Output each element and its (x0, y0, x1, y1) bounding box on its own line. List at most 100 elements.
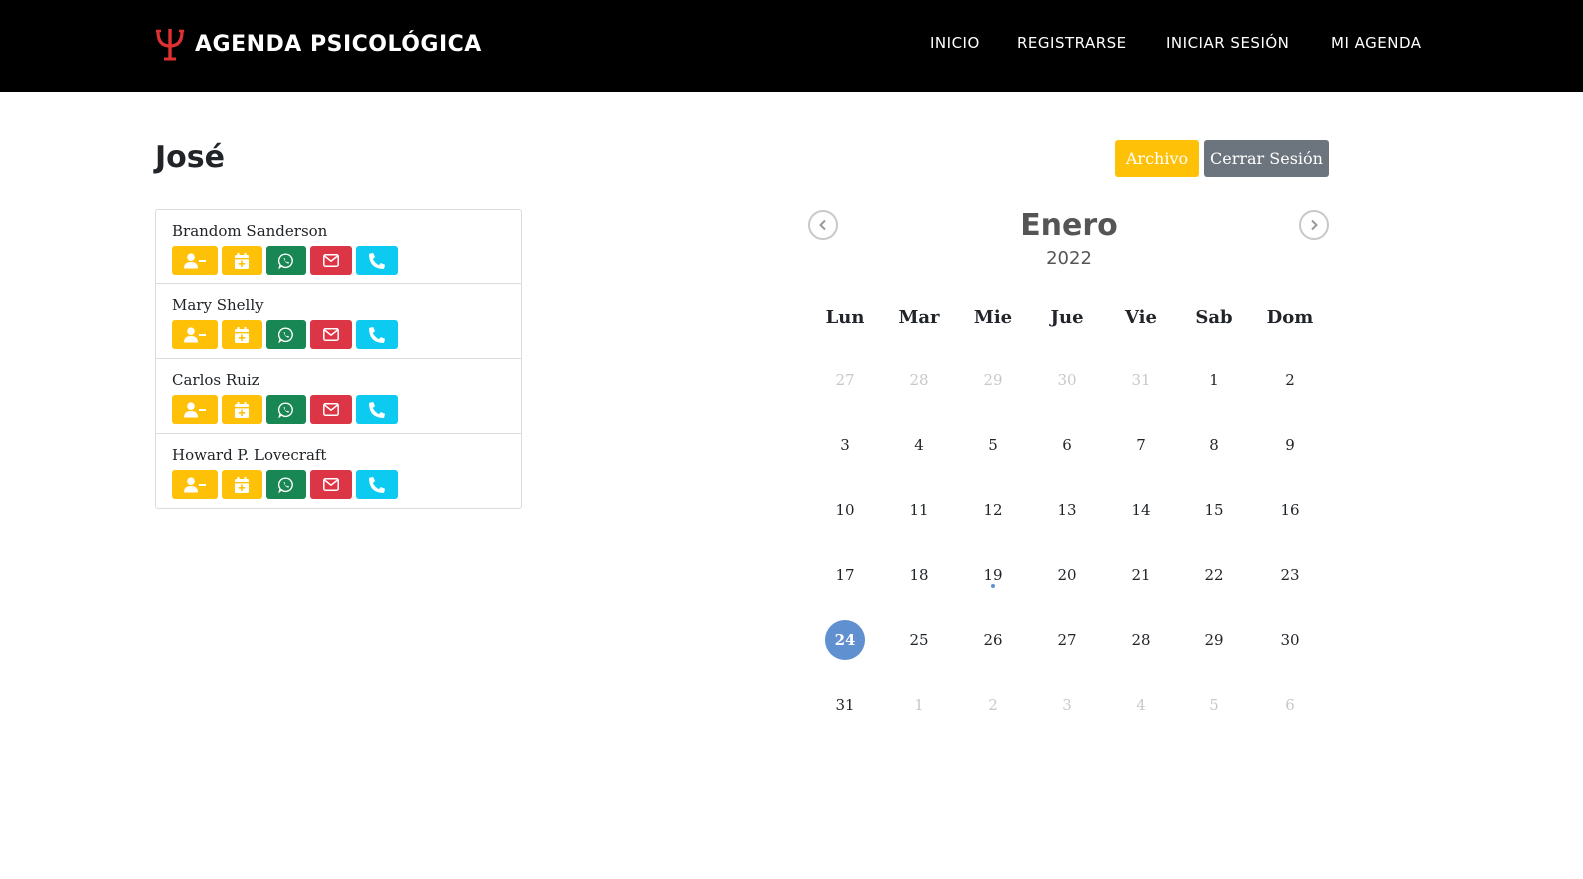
calendar-day-other-month[interactable]: 5 (1194, 685, 1234, 725)
calendar-month: Enero (1020, 208, 1118, 243)
email-button[interactable] (310, 395, 352, 424)
call-button[interactable] (356, 320, 398, 349)
schedule-appointment-button[interactable] (222, 395, 262, 424)
calendar-day-other-month[interactable]: 1 (899, 685, 939, 725)
nav-mi-agenda[interactable]: MI AGENDA (1331, 34, 1422, 52)
schedule-appointment-button[interactable] (222, 470, 262, 499)
whatsapp-button[interactable] (266, 395, 306, 424)
email-button[interactable] (310, 320, 352, 349)
calendar-day-other-month[interactable]: 4 (1121, 685, 1161, 725)
calendar-day[interactable]: 1 (1194, 360, 1234, 400)
patient-name: Mary Shelly (172, 296, 264, 314)
calendar-day[interactable]: 16 (1270, 490, 1310, 530)
logout-button[interactable]: Cerrar Sesión (1204, 140, 1329, 177)
schedule-appointment-button[interactable] (222, 246, 262, 275)
calendar-day[interactable]: 4 (899, 425, 939, 465)
calendar-day[interactable]: 11 (899, 490, 939, 530)
nav-iniciar-sesion[interactable]: INICIAR SESIÓN (1166, 34, 1289, 52)
remove-patient-button[interactable] (172, 320, 218, 349)
nav-inicio[interactable]: INICIO (930, 34, 980, 52)
day-number: 30 (1057, 371, 1077, 389)
calendar-day[interactable]: 9 (1270, 425, 1310, 465)
phone-icon (369, 252, 385, 269)
calendar-day[interactable]: 5 (973, 425, 1013, 465)
day-number: 10 (835, 501, 855, 519)
calendar-day[interactable]: 20 (1047, 555, 1087, 595)
day-number: 7 (1136, 436, 1146, 454)
calendar-day[interactable]: 14 (1121, 490, 1161, 530)
patient-card: Carlos Ruiz (155, 359, 522, 434)
schedule-appointment-button[interactable] (222, 320, 262, 349)
brand[interactable]: AGENDA PSICOLÓGICA (155, 26, 482, 62)
day-number: 25 (909, 631, 929, 649)
calendar-day[interactable]: 21 (1121, 555, 1161, 595)
whatsapp-button[interactable] (266, 320, 306, 349)
call-button[interactable] (356, 246, 398, 275)
calendar-day[interactable]: 2 (1270, 360, 1310, 400)
calendar-day-other-month[interactable]: 3 (1047, 685, 1087, 725)
previous-month-button[interactable] (808, 210, 838, 240)
remove-patient-button[interactable] (172, 470, 218, 499)
day-number: 9 (1285, 436, 1295, 454)
calendar-day[interactable]: 19 (973, 555, 1013, 595)
day-number: 16 (1280, 501, 1300, 519)
calendar-day-other-month[interactable]: 27 (825, 360, 865, 400)
calendar-day-other-month[interactable]: 29 (973, 360, 1013, 400)
calendar-day[interactable]: 8 (1194, 425, 1234, 465)
remove-patient-button[interactable] (172, 246, 218, 275)
day-number: 19 (983, 566, 1003, 584)
patient-actions (172, 395, 521, 424)
calendar-day[interactable]: 23 (1270, 555, 1310, 595)
calendar-day[interactable]: 26 (973, 620, 1013, 660)
call-button[interactable] (356, 470, 398, 499)
weekday-label: Jue (1050, 307, 1084, 328)
phone-icon (369, 401, 385, 418)
next-month-button[interactable] (1299, 210, 1329, 240)
email-button[interactable] (310, 246, 352, 275)
whatsapp-button[interactable] (266, 470, 306, 499)
day-number: 3 (1062, 696, 1072, 714)
patient-name: Carlos Ruiz (172, 371, 260, 389)
event-indicator-dot (991, 584, 995, 588)
calendar-day[interactable]: 22 (1194, 555, 1234, 595)
calendar-day[interactable]: 12 (973, 490, 1013, 530)
day-number: 1 (914, 696, 924, 714)
nav-registrarse[interactable]: REGISTRARSE (1017, 34, 1127, 52)
calendar-day-today[interactable]: 24 (825, 620, 865, 660)
calendar-day[interactable]: 18 (899, 555, 939, 595)
calendar-day[interactable]: 13 (1047, 490, 1087, 530)
calendar-day[interactable]: 29 (1194, 620, 1234, 660)
calendar-day[interactable]: 27 (1047, 620, 1087, 660)
calendar-day-other-month[interactable]: 30 (1047, 360, 1087, 400)
calendar-day[interactable]: 15 (1194, 490, 1234, 530)
day-number: 8 (1209, 436, 1219, 454)
calendar-day[interactable]: 30 (1270, 620, 1310, 660)
calendar-day[interactable]: 17 (825, 555, 865, 595)
user-minus-icon (184, 326, 206, 342)
email-button[interactable] (310, 470, 352, 499)
day-number: 21 (1131, 566, 1151, 584)
calendar-year: 2022 (1046, 248, 1092, 269)
calendar-day[interactable]: 10 (825, 490, 865, 530)
call-button[interactable] (356, 395, 398, 424)
calendar-day[interactable]: 28 (1121, 620, 1161, 660)
calendar-day-other-month[interactable]: 28 (899, 360, 939, 400)
day-number: 24 (834, 631, 856, 649)
calendar-day-other-month[interactable]: 2 (973, 685, 1013, 725)
remove-patient-button[interactable] (172, 395, 218, 424)
day-number: 12 (983, 501, 1003, 519)
calendar-day-other-month[interactable]: 31 (1121, 360, 1161, 400)
calendar-day-other-month[interactable]: 6 (1270, 685, 1310, 725)
calendar-day[interactable]: 6 (1047, 425, 1087, 465)
envelope-icon (323, 478, 339, 491)
calendar-day[interactable]: 7 (1121, 425, 1161, 465)
calendar-day[interactable]: 31 (825, 685, 865, 725)
user-minus-icon (184, 252, 206, 268)
weekday-label: Dom (1266, 307, 1314, 328)
calendar-day[interactable]: 3 (825, 425, 865, 465)
day-number: 5 (1209, 696, 1219, 714)
calendar-day[interactable]: 25 (899, 620, 939, 660)
whatsapp-button[interactable] (266, 246, 306, 275)
archivo-button[interactable]: Archivo (1115, 140, 1199, 177)
day-number: 28 (1131, 631, 1151, 649)
